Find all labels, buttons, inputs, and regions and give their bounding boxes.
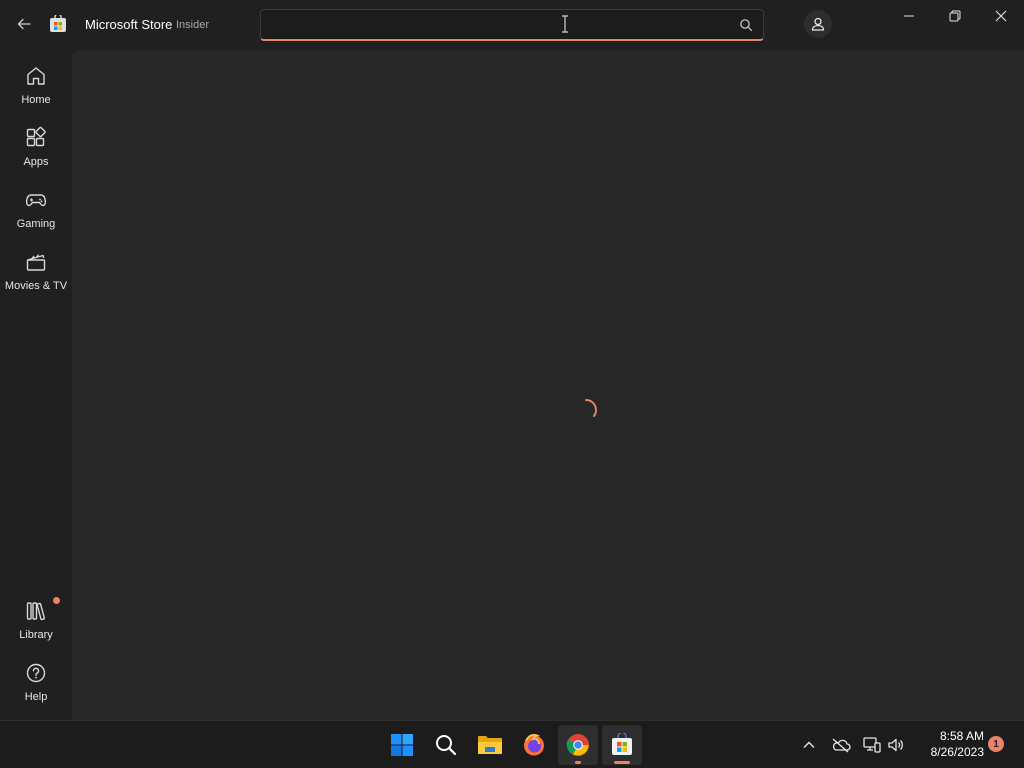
home-icon <box>27 67 45 85</box>
search-icon[interactable] <box>739 18 753 32</box>
back-button[interactable] <box>12 12 36 36</box>
apps-icon <box>26 126 46 147</box>
taskbar-chrome[interactable] <box>558 725 598 765</box>
library-icon <box>26 602 45 621</box>
volume-icon <box>888 738 903 752</box>
microsoft-store-icon <box>612 733 632 755</box>
active-indicator <box>614 761 630 764</box>
chevron-up-icon <box>803 741 815 748</box>
navigation-sidebar: Home Apps Gaming Movies & TV Library Hel… <box>0 50 72 720</box>
network-tray-button[interactable] <box>862 735 882 755</box>
search-input[interactable] <box>269 14 729 36</box>
sidebar-item-library[interactable]: Library <box>0 591 72 649</box>
taskbar: 8:58 AM 8/26/2023 <box>0 720 1024 768</box>
user-avatar-icon <box>811 17 825 31</box>
taskbar-clock[interactable]: 8:58 AM 8/26/2023 <box>912 728 984 760</box>
sidebar-item-label: Library <box>19 629 53 641</box>
show-hidden-icons-button[interactable] <box>799 735 819 755</box>
restore-icon <box>949 10 961 22</box>
taskbar-file-explorer[interactable] <box>470 725 510 765</box>
sidebar-item-label: Movies & TV <box>4 280 68 292</box>
account-button[interactable] <box>804 10 832 38</box>
sidebar-item-gaming[interactable]: Gaming <box>0 180 72 238</box>
running-indicator <box>575 761 581 764</box>
taskbar-firefox[interactable] <box>514 725 554 765</box>
sidebar-item-label: Home <box>21 94 51 106</box>
app-title: Microsoft Store <box>85 17 173 32</box>
taskbar-microsoft-store[interactable] <box>602 725 642 765</box>
sidebar-item-movies-tv[interactable]: Movies & TV <box>0 242 72 300</box>
file-explorer-icon <box>478 736 502 754</box>
minimize-icon <box>904 15 914 17</box>
sidebar-item-label: Help <box>24 691 48 703</box>
back-arrow-icon <box>17 18 31 30</box>
search-icon <box>436 735 457 756</box>
gaming-icon <box>25 194 47 207</box>
sidebar-item-label: Apps <box>23 156 49 168</box>
close-button[interactable] <box>978 0 1024 32</box>
loading-spinner-icon <box>585 399 597 417</box>
close-icon <box>995 10 1007 22</box>
movies-tv-icon <box>26 254 46 271</box>
taskbar-start-button[interactable] <box>382 725 422 765</box>
insider-badge: Insider <box>176 19 210 31</box>
clock-date: 8/26/2023 <box>930 745 984 759</box>
chrome-icon <box>566 734 589 756</box>
minimize-button[interactable] <box>886 0 932 32</box>
restore-button[interactable] <box>932 0 978 32</box>
network-icon <box>863 737 881 753</box>
onedrive-tray-button[interactable] <box>831 735 851 755</box>
microsoft-store-window: Microsoft Store Insider Home Apps Gaming… <box>0 0 1024 720</box>
notification-center-badge[interactable]: 1 <box>988 736 1004 752</box>
onedrive-offline-icon <box>832 738 851 753</box>
clock-time: 8:58 AM <box>939 729 984 743</box>
help-icon <box>26 663 46 683</box>
microsoft-store-logo-icon <box>50 15 66 32</box>
sidebar-item-help[interactable]: Help <box>0 653 72 711</box>
windows-start-icon <box>391 734 413 756</box>
title-bar: Microsoft Store Insider <box>0 0 1024 50</box>
main-content <box>72 50 1024 720</box>
sidebar-item-apps[interactable]: Apps <box>0 118 72 176</box>
firefox-icon <box>524 733 544 756</box>
library-update-dot <box>53 597 60 604</box>
taskbar-search-button[interactable] <box>426 725 466 765</box>
sidebar-item-label: Gaming <box>16 218 56 230</box>
sidebar-item-home[interactable]: Home <box>0 56 72 114</box>
volume-tray-button[interactable] <box>886 735 906 755</box>
search-box[interactable] <box>260 9 764 41</box>
